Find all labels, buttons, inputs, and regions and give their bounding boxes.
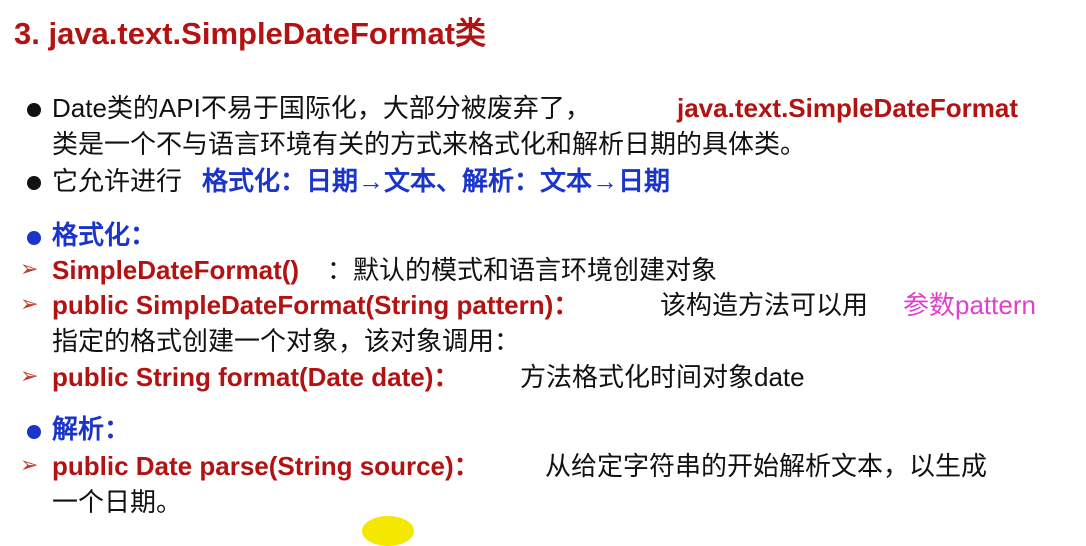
arrow-bullet-icon: ➢ [20, 364, 39, 389]
format-item2-code: public SimpleDateFormat(String pattern)： [52, 290, 580, 320]
bullet2-text-part1: 它允许进行 [52, 166, 183, 196]
bullet-dot-icon [27, 176, 41, 190]
slide: 3. java.text.SimpleDateFormat类 Date类的API… [0, 0, 1086, 546]
bullet1-text-part1: Date类的API不易于国际化，大部分被废弃了， [52, 93, 591, 123]
format-heading: 格式化： [52, 220, 157, 250]
format-item1-code: SimpleDateFormat() [52, 255, 300, 285]
arrow-bullet-icon: ➢ [20, 257, 39, 282]
format-item3-code: public String format(Date date)： [52, 362, 460, 392]
parse-item1-code: public Date parse(String source)： [52, 451, 480, 481]
format-item2-line2: 指定的格式创建一个对象，该对象调用： [52, 326, 521, 356]
bullet1-class-name: java.text.SimpleDateFormat [677, 93, 1019, 123]
parse-item1-desc: 从给定字符串的开始解析文本，以生成 [545, 451, 988, 481]
bullet-dot-icon [27, 425, 41, 439]
slide-title: 3. java.text.SimpleDateFormat类 [14, 16, 487, 51]
parse-heading: 解析： [52, 414, 131, 444]
arrow-bullet-icon: ➢ [20, 292, 39, 317]
cursor-highlight-blob [362, 516, 414, 546]
format-item2-highlight: 参数pattern [903, 290, 1036, 320]
parse-item1-line2: 一个日期。 [52, 487, 183, 517]
bullet1-text-line2: 类是一个不与语言环境有关的方式来格式化和解析日期的具体类。 [52, 129, 807, 159]
format-item3-desc: 方法格式化时间对象date [520, 362, 805, 392]
bullet2-format-parse: 格式化：日期→文本、解析：文本→日期 [202, 166, 671, 196]
bullet-dot-icon [27, 231, 41, 245]
arrow-bullet-icon: ➢ [20, 453, 39, 478]
bullet-dot-icon [27, 103, 41, 117]
format-item1-desc: ：默认的模式和语言环境创建对象 [327, 255, 718, 285]
format-item2-desc: 该构造方法可以用 [660, 290, 869, 320]
